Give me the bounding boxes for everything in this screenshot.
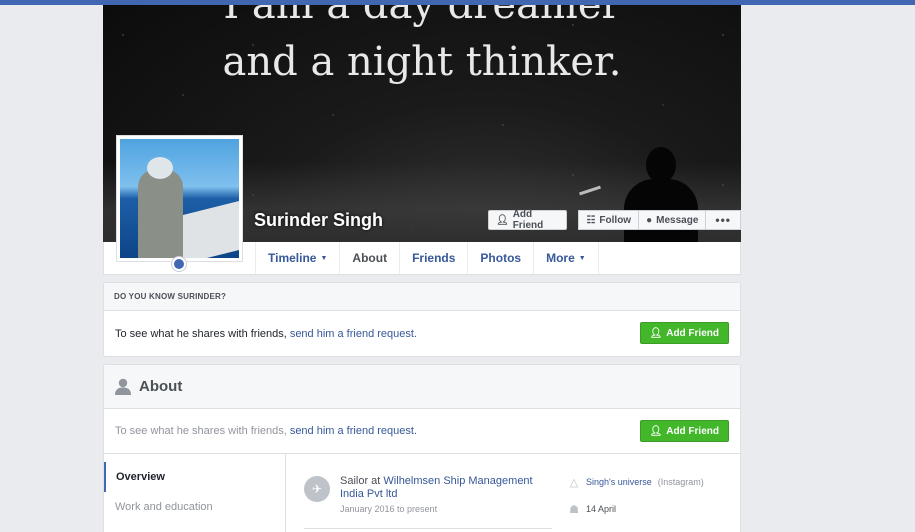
about-prompt-text: To see what he shares with friends, [115, 425, 287, 437]
job-dates: January 2016 to present [340, 504, 438, 514]
tab-more[interactable]: More ▼ [534, 242, 599, 274]
profile-header: I am a day dreamer and a night thinker. … [103, 5, 741, 275]
about-title: About [139, 378, 183, 395]
about-card: About To see what he shares with friends… [103, 364, 741, 532]
about-section-overview[interactable]: Overview [104, 462, 285, 492]
birthday-line: ☗ 14 April [568, 502, 704, 516]
profile-picture[interactable] [116, 135, 243, 262]
cake-icon: ☗ [569, 503, 579, 516]
know-card-row: To see what he shares with friends, send… [104, 311, 740, 357]
tab-photos[interactable]: Photos [468, 242, 535, 274]
network-icon: △ [569, 476, 579, 489]
job-prefix: Sailor at [340, 475, 381, 487]
about-overview: ✈ Sailor at Wilhelmsen Ship Management I… [286, 454, 740, 532]
know-card-text: To see what he shares with friends, [115, 328, 287, 340]
website-link[interactable]: Singh's universe [586, 477, 652, 487]
tab-about[interactable]: About [340, 242, 401, 274]
add-friend-green-button[interactable]: 👤︎ Add Friend [639, 420, 729, 442]
cover-action-buttons: 👤︎ Add Friend ☷ Follow ● Message ••• [488, 209, 741, 231]
person-icon [115, 378, 131, 395]
job-entry: Sailor at Wilhelmsen Ship Management Ind… [340, 475, 555, 516]
friend-request-link[interactable]: send him a friend request. [290, 328, 417, 340]
profile-badge-icon [172, 257, 186, 271]
add-friend-green-button[interactable]: 👤︎ Add Friend [639, 322, 729, 344]
about-section-work[interactable]: Work and education [104, 492, 285, 522]
birthday: 14 April [586, 504, 617, 514]
about-header: About [104, 365, 740, 409]
friend-request-link[interactable]: send him a friend request. [290, 425, 417, 437]
add-friend-icon: 👤︎ [649, 327, 663, 339]
know-card-header: DO YOU KNOW SURINDER? [104, 283, 740, 311]
cover-quote-line2: and a night thinker. [222, 39, 622, 85]
more-options-button[interactable]: ••• [706, 210, 741, 230]
add-friend-icon: 👤︎ [496, 214, 509, 226]
follow-button[interactable]: ☷ Follow [578, 210, 640, 230]
work-icon: ✈ [304, 476, 330, 502]
website-line: △ Singh's universe (Instagram) [568, 475, 704, 489]
about-side-info: △ Singh's universe (Instagram) ☗ 14 Apri… [568, 475, 704, 516]
tab-friends[interactable]: Friends [400, 242, 469, 274]
avatar [120, 139, 239, 258]
chevron-down-icon: ▼ [578, 254, 586, 262]
about-sections: Overview Work and education [104, 454, 286, 532]
website-source: (Instagram) [657, 477, 704, 487]
about-friend-prompt: To see what he shares with friends, send… [104, 409, 740, 454]
add-friend-icon: 👤︎ [649, 425, 663, 437]
messenger-icon: ● [646, 214, 653, 226]
more-options-icon: ••• [715, 213, 731, 227]
rss-icon: ☷ [586, 214, 596, 226]
chevron-down-icon: ▼ [320, 254, 328, 262]
about-body: Overview Work and education ✈ Sailor at … [104, 454, 740, 532]
message-label: Message [656, 214, 699, 226]
divider [304, 528, 552, 529]
add-friend-label: Add Friend [512, 209, 544, 231]
add-friend-button[interactable]: 👤︎ Add Friend [488, 209, 568, 231]
profile-name[interactable]: Surinder Singh [254, 210, 383, 231]
follow-label: Follow [599, 214, 632, 226]
message-button[interactable]: ● Message [639, 210, 707, 230]
tab-timeline[interactable]: Timeline ▼ [255, 242, 341, 274]
know-person-card: DO YOU KNOW SURINDER? To see what he sha… [103, 282, 741, 357]
cover-quote-line1: I am a day dreamer [223, 5, 621, 28]
cover-button-group: ☷ Follow ● Message ••• [578, 210, 741, 230]
